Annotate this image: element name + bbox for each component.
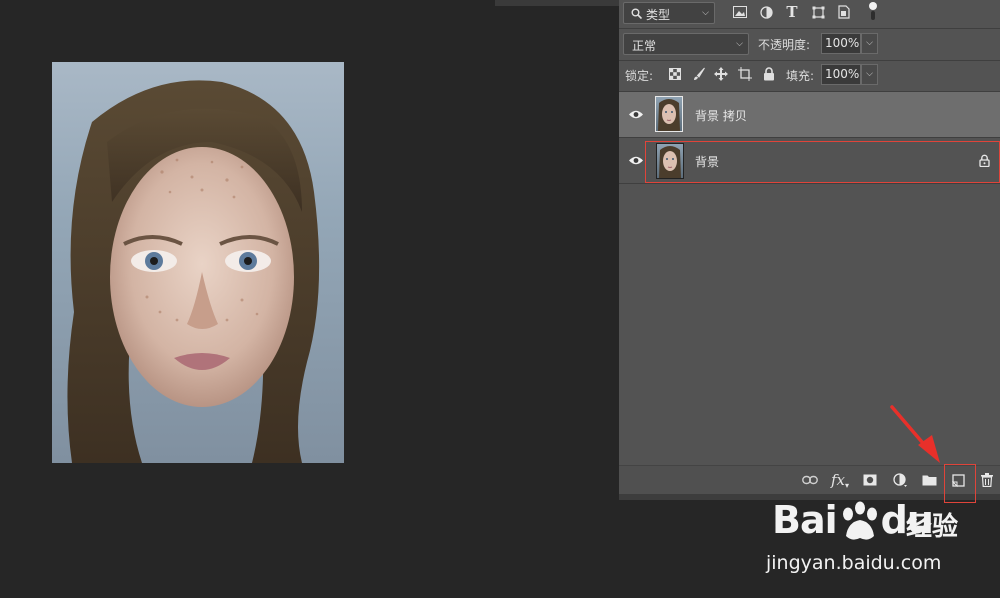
layer-filter-kind-select[interactable]: 类型 ⌵ <box>623 2 715 24</box>
lock-artboard-icon[interactable] <box>737 65 753 82</box>
layer-filter-kind-label: 类型 <box>646 8 671 22</box>
document-tab-strip <box>495 0 620 6</box>
canvas-image[interactable] <box>52 62 344 463</box>
blend-mode-select[interactable]: 正常 ⌵ <box>623 33 749 55</box>
layer-row-background-copy[interactable]: 背景 拷贝 <box>619 92 1000 137</box>
new-group-folder-icon[interactable] <box>918 470 940 490</box>
lock-transparent-pixels-icon[interactable] <box>667 66 683 82</box>
watermark-url: jingyan.baidu.com <box>766 552 942 574</box>
filter-smart-object-icon[interactable] <box>835 4 853 20</box>
opacity-value: 100% <box>825 36 860 50</box>
filter-pixel-icon[interactable] <box>731 4 749 20</box>
lock-position-move-icon[interactable] <box>713 65 729 82</box>
new-adjustment-layer-icon[interactable] <box>889 470 911 490</box>
visibility-eye-icon[interactable] <box>627 108 645 120</box>
layer-thumbnail <box>655 96 683 132</box>
fill-input[interactable]: 100% <box>821 64 861 85</box>
search-icon <box>630 6 642 20</box>
blend-mode-value: 正常 <box>632 39 657 53</box>
lock-label: 锁定: <box>625 69 654 83</box>
opacity-input[interactable]: 100% <box>821 33 861 54</box>
delete-layer-trash-icon[interactable] <box>976 470 998 490</box>
chevron-down-icon: ⌵ <box>736 39 743 49</box>
annotation-arrow-icon <box>890 405 940 463</box>
highlight-box-background-layer <box>645 141 1000 183</box>
filter-type-icon[interactable]: T <box>783 3 801 21</box>
filter-adjustment-icon[interactable] <box>757 4 775 20</box>
lock-image-pixels-brush-icon[interactable] <box>691 65 707 82</box>
opacity-dropdown-button[interactable]: ⌵ <box>861 33 878 54</box>
add-layer-mask-icon[interactable] <box>859 470 881 490</box>
watermark: Bai du 经验 jingyan.baidu.com <box>760 490 1000 590</box>
fill-value: 100% <box>825 67 860 81</box>
filter-shape-icon[interactable] <box>809 4 827 20</box>
filter-toggle-switch[interactable] <box>867 1 879 21</box>
link-layers-icon[interactable] <box>799 470 821 490</box>
layer-style-fx-icon[interactable]: fx ▾ <box>829 470 851 490</box>
fill-label: 填充: <box>786 69 815 83</box>
layer-name[interactable]: 背景 拷贝 <box>695 107 747 124</box>
chevron-down-icon: ⌵ <box>702 8 709 18</box>
lock-all-icon[interactable] <box>761 65 777 82</box>
opacity-label: 不透明度: <box>758 38 811 52</box>
baidu-paw-icon <box>843 501 877 540</box>
fill-dropdown-button[interactable]: ⌵ <box>861 64 878 85</box>
watermark-product: 经验 <box>906 512 959 542</box>
visibility-eye-icon[interactable] <box>627 154 645 166</box>
